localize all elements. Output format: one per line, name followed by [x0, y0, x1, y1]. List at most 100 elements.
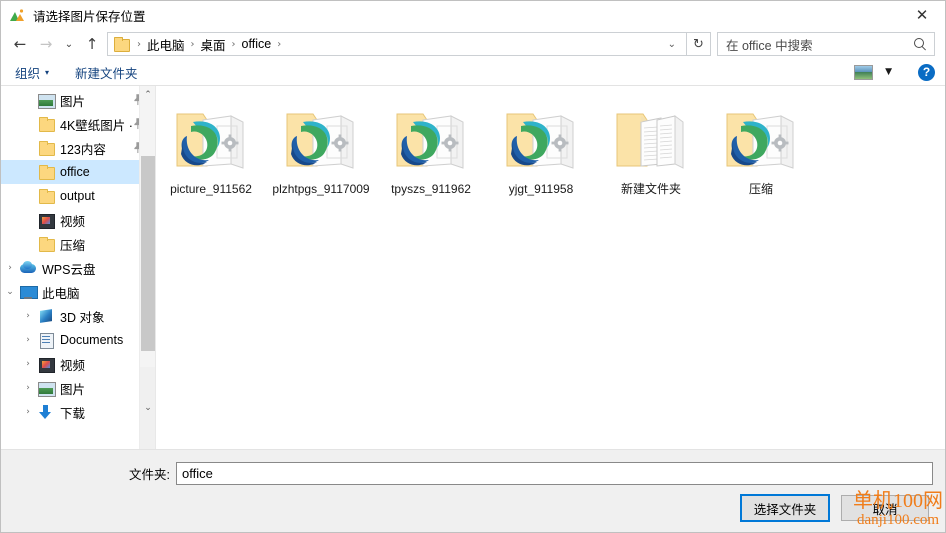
sidebar-item-label: 压缩 — [60, 238, 86, 253]
file-item[interactable]: picture_911562 — [156, 100, 266, 197]
sidebar-item-label: office — [60, 165, 90, 179]
toolbar-right-group: ▼ ? — [854, 63, 935, 81]
search-placeholder: 在 office 中搜索 — [726, 38, 813, 53]
chevron-down-icon: ▾ — [45, 67, 50, 77]
sidebar-item-label: 此电脑 — [42, 286, 80, 301]
file-item[interactable]: plzhtpgs_9117009 — [266, 100, 376, 197]
folder-name-input[interactable]: office — [175, 462, 933, 485]
window-title: 请选择图片保存位置 — [33, 9, 146, 24]
file-item[interactable]: 压缩 — [706, 100, 816, 197]
sidebar-item-视频[interactable]: 视频 — [1, 208, 155, 232]
breadcrumb-separator: › — [137, 38, 141, 50]
expander-icon[interactable]: › — [1, 263, 19, 273]
breadcrumb-item-2[interactable]: office — [240, 37, 274, 51]
file-item-label: 新建文件夹 — [620, 182, 681, 196]
cancel-button[interactable]: 取消 — [841, 495, 929, 521]
sidebar-item-label: Documents — [60, 333, 124, 347]
file-item-label: plzhtpgs_9117009 — [272, 182, 370, 196]
folder-icon — [37, 188, 55, 204]
sidebar-item-123内容[interactable]: 123内容 — [1, 136, 155, 160]
folder-icon — [37, 236, 55, 252]
sidebar-item-4k壁纸图片-·[interactable]: 4K壁纸图片 · — [1, 112, 155, 136]
select-folder-button[interactable]: 选择文件夹 — [740, 494, 830, 522]
expander-icon[interactable]: › — [19, 383, 37, 393]
pc-icon — [19, 284, 38, 300]
file-item[interactable]: yjgt_911958 — [486, 100, 596, 197]
sidebar-item-图片[interactable]: › 图片 — [1, 376, 155, 400]
sidebar-item-视频[interactable]: › 视频 — [1, 352, 155, 376]
folder-with-browser-icon — [503, 102, 579, 174]
breadcrumb-item-0[interactable]: 此电脑 — [145, 35, 187, 54]
sidebar-item-label: WPS云盘 — [42, 262, 96, 277]
expander-icon[interactable]: › — [19, 407, 37, 417]
expander-icon[interactable]: › — [19, 359, 37, 369]
search-icon — [913, 37, 928, 52]
up-icon[interactable]: ↑ — [79, 32, 105, 56]
footer-buttons: 选择文件夹 取消 — [740, 494, 929, 522]
expander-icon[interactable]: › — [19, 311, 37, 321]
picture-icon — [37, 92, 56, 109]
back-icon[interactable]: ← — [7, 32, 33, 56]
sidebar-item-label: 图片 — [60, 382, 86, 397]
address-bar[interactable]: › 此电脑 › 桌面 › office › ⌄ — [107, 32, 687, 56]
scroll-up-icon[interactable]: ⌃ — [140, 86, 155, 103]
folder-name-row: 文件夹: office — [1, 450, 945, 485]
breadcrumb-separator: › — [231, 38, 236, 50]
sidebar-item-label: output — [60, 189, 95, 203]
chevron-down-icon[interactable]: ⌄ — [660, 39, 684, 50]
sidebar-item-3d-对象[interactable]: › 3D 对象 — [1, 304, 155, 328]
sidebar-item-label: 图片 — [60, 94, 86, 109]
file-item[interactable]: tpyszs_911962 — [376, 100, 486, 197]
sidebar-item-documents[interactable]: › Documents — [1, 328, 155, 352]
sidebar-item-wps云盘[interactable]: › WPS云盘 — [1, 256, 155, 280]
sidebar-item-output[interactable]: output — [1, 184, 155, 208]
sidebar-item-下载[interactable]: › 下载 — [1, 400, 155, 424]
dialog-body: 图片 4K壁纸图片 · 123内容 office output 视频 压缩 › WPS云盘 ⌄ 此电… — [1, 86, 945, 450]
dialog-footer: 文件夹: office 选择文件夹 取消 单机100网 danji100.com — [1, 450, 945, 532]
file-list-pane[interactable]: picture_911562 plzhtpgs_9117009 tpyszs_9… — [156, 86, 945, 449]
address-bar-row: ← → ⌄ ↑ › 此电脑 › 桌面 › office › ⌄ ↻ 在 offi… — [1, 29, 945, 59]
forward-icon: → — [39, 35, 53, 53]
expander-icon[interactable]: ⌄ — [1, 287, 19, 297]
view-layout-icon[interactable] — [854, 64, 874, 80]
folder-with-browser-icon — [393, 102, 469, 174]
file-item-label: tpyszs_911962 — [391, 182, 471, 196]
help-icon[interactable]: ? — [918, 63, 935, 81]
file-grid: picture_911562 plzhtpgs_9117009 tpyszs_9… — [156, 100, 945, 197]
sidebar-scrollbar[interactable]: ⌃ ⌄ — [139, 86, 155, 449]
file-save-dialog: 请选择图片保存位置 ✕ ← → ⌄ ↑ › 此电脑 › 桌面 › office … — [0, 0, 946, 533]
scroll-down-icon[interactable]: ⌄ — [140, 367, 155, 449]
folder-with-browser-icon — [173, 102, 249, 174]
folder-icon — [37, 164, 55, 180]
breadcrumb-item-1[interactable]: 桌面 — [199, 35, 228, 54]
sidebar-item-label: 3D 对象 — [60, 310, 105, 325]
sidebar-item-office[interactable]: office — [1, 160, 155, 184]
sidebar-item-此电脑[interactable]: ⌄ 此电脑 — [1, 280, 155, 304]
document-icon — [37, 332, 55, 349]
sidebar-item-label: 下载 — [60, 406, 86, 421]
cube-icon — [37, 308, 55, 324]
recent-locations-icon[interactable]: ⌄ — [59, 32, 79, 56]
organize-button[interactable]: 组织 ▾ — [15, 63, 49, 82]
new-folder-button[interactable]: 新建文件夹 — [75, 63, 138, 82]
folder-tree: 图片 4K壁纸图片 · 123内容 office output 视频压缩 › WPS云盘 ⌄ 此电… — [1, 86, 155, 424]
folder-icon — [37, 140, 55, 156]
sidebar-item-label: 123内容 — [60, 142, 106, 157]
file-item-label: yjgt_911958 — [508, 182, 574, 196]
expander-icon[interactable]: › — [19, 335, 37, 345]
close-icon[interactable]: ✕ — [899, 1, 945, 29]
command-toolbar: 组织 ▾ 新建文件夹 ▼ ? — [1, 59, 945, 86]
video-icon — [37, 356, 55, 373]
title-bar: 请选择图片保存位置 ✕ — [1, 1, 945, 29]
folder-with-documents-icon — [613, 102, 689, 174]
sidebar-item-压缩[interactable]: 压缩 — [1, 232, 155, 256]
organize-label: 组织 — [15, 66, 41, 81]
file-item[interactable]: 新建文件夹 — [596, 100, 706, 197]
search-input[interactable]: 在 office 中搜索 — [717, 32, 935, 56]
chevron-down-icon[interactable]: ▼ — [885, 67, 892, 77]
sidebar-item-label: 视频 — [60, 214, 86, 229]
refresh-icon[interactable]: ↻ — [687, 32, 711, 56]
sidebar-item-图片[interactable]: 图片 — [1, 88, 155, 112]
file-item-label: 压缩 — [748, 182, 773, 196]
scrollbar-thumb[interactable] — [141, 156, 155, 351]
